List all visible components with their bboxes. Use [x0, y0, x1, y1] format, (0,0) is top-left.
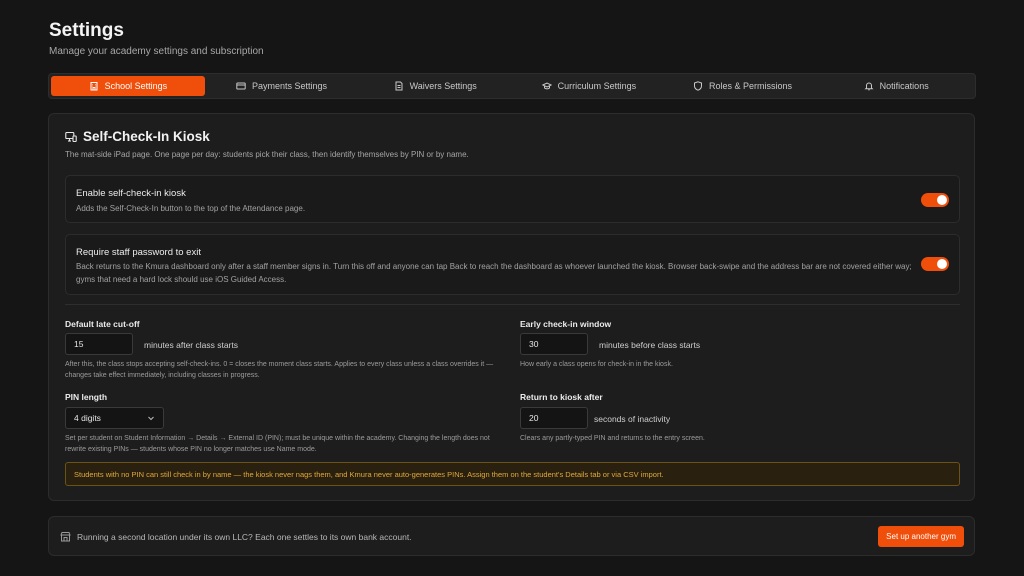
monitor-phone-icon — [65, 131, 77, 142]
tab-payments-settings[interactable]: Payments Settings — [205, 76, 359, 96]
pin-length-value: 4 digits — [74, 413, 101, 423]
pin-length-label: PIN length — [65, 392, 108, 402]
return-after-help: Clears any partly-typed PIN and returns … — [520, 435, 705, 442]
second-location-text: Running a second location under its own … — [77, 532, 412, 542]
kiosk-description: The mat-side iPad page. One page per day… — [65, 150, 469, 159]
toggle-knob — [937, 195, 947, 205]
require-password-row: Require staff password to exit Back retu… — [65, 234, 960, 295]
tab-label: Payments Settings — [251, 81, 328, 91]
early-window-input[interactable]: 30 — [520, 333, 588, 355]
early-window-help: How early a class opens for check-in in … — [520, 361, 673, 368]
early-window-label: Early check-in window — [520, 319, 612, 329]
return-after-suffix: seconds of inactivity — [594, 414, 671, 424]
return-after-label: Return to kiosk after — [520, 392, 603, 402]
store-icon — [60, 532, 71, 542]
bell-icon — [864, 82, 874, 91]
pin-length-select[interactable]: 4 digits — [65, 407, 164, 429]
kiosk-section-title: Self-Check-In Kiosk — [65, 129, 210, 144]
pin-length-help: Set per student on Student Information →… — [65, 435, 490, 453]
tab-curriculum-settings[interactable]: Curriculum Settings — [512, 76, 666, 96]
enable-kiosk-toggle[interactable] — [921, 193, 949, 207]
kiosk-title-text: Self-Check-In Kiosk — [83, 129, 210, 144]
credit-card-icon — [236, 82, 246, 90]
late-cutoff-help: After this, the class stops accepting se… — [65, 361, 494, 379]
document-icon — [395, 81, 403, 91]
building-icon — [90, 82, 98, 91]
tab-label: School Settings — [104, 81, 168, 91]
require-password-title: Require staff password to exit — [76, 247, 201, 258]
set-up-another-gym-button[interactable]: Set up another gym — [878, 526, 964, 547]
enable-kiosk-description: Adds the Self-Check-In button to the top… — [76, 204, 306, 213]
chevron-down-icon — [148, 416, 154, 421]
late-cutoff-suffix: minutes after class starts — [144, 340, 239, 350]
section-divider — [65, 304, 960, 305]
tab-roles-permissions[interactable]: Roles & Permissions — [666, 76, 820, 96]
tab-label: Roles & Permissions — [709, 81, 793, 91]
return-after-input[interactable]: 20 — [520, 407, 588, 429]
late-cutoff-input[interactable]: 15 — [65, 333, 133, 355]
late-cutoff-label: Default late cut-off — [65, 319, 140, 329]
tab-waivers-settings[interactable]: Waivers Settings — [358, 76, 512, 96]
second-location-banner: Running a second location under its own … — [48, 516, 975, 556]
shield-icon — [694, 81, 702, 91]
early-window-suffix: minutes before class starts — [599, 340, 701, 350]
settings-tabs: School Settings Payments Settings Waiver… — [48, 73, 976, 99]
tab-label: Notifications — [879, 81, 929, 91]
tab-label: Curriculum Settings — [557, 81, 637, 91]
enable-kiosk-row: Enable self-check-in kiosk Adds the Self… — [65, 175, 960, 223]
page-title: Settings — [49, 20, 124, 41]
toggle-knob — [937, 259, 947, 269]
enable-kiosk-title: Enable self-check-in kiosk — [76, 188, 186, 199]
page-subtitle: Manage your academy settings and subscri… — [49, 46, 264, 57]
tab-school-settings[interactable]: School Settings — [51, 76, 205, 96]
require-password-toggle[interactable] — [921, 257, 949, 271]
no-pin-notice: Students with no PIN can still check in … — [65, 462, 960, 486]
tab-label: Waivers Settings — [409, 81, 477, 91]
tab-notifications[interactable]: Notifications — [819, 76, 973, 96]
require-password-description: Back returns to the Kmura dashboard only… — [76, 262, 912, 284]
graduation-cap-icon — [541, 82, 552, 90]
kiosk-settings-card: Self-Check-In Kiosk The mat-side iPad pa… — [48, 113, 975, 501]
